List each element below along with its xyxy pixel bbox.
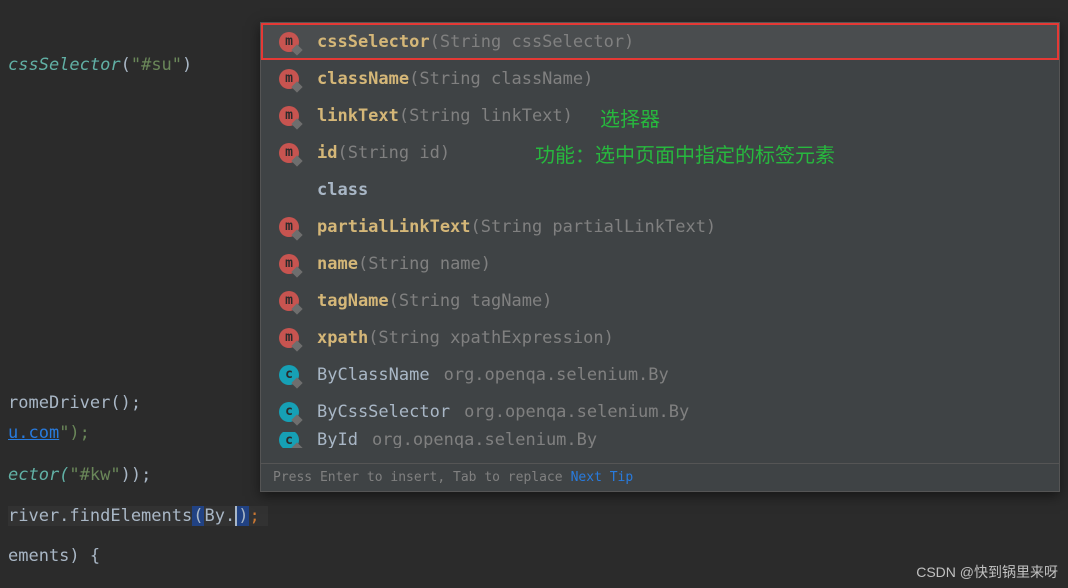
code-line-current[interactable]: river.findElements(By.);: [8, 506, 268, 526]
method-icon: m: [279, 217, 299, 237]
next-tip-link[interactable]: Next Tip: [571, 470, 634, 485]
popup-item-tagName[interactable]: m tagName (String tagName): [261, 282, 1059, 319]
popup-item-ByClassName[interactable]: c ByClassName org.openqa.selenium.By: [261, 356, 1059, 393]
autocomplete-popup[interactable]: m cssSelector (String cssSelector) m cla…: [260, 22, 1060, 492]
code-line-ements: ements) {: [8, 546, 100, 566]
code-line-ector: ector("#kw"));: [8, 465, 151, 485]
popup-item-class[interactable]: class: [261, 171, 1059, 208]
method-icon: m: [279, 69, 299, 89]
popup-item-partialLinkText[interactable]: m partialLinkText (String partialLinkTex…: [261, 208, 1059, 245]
code-line-ucom: u.com");: [8, 423, 90, 443]
method-icon: m: [279, 143, 299, 163]
footer-hint: Press Enter to insert, Tab to replace: [273, 470, 563, 485]
method-icon: m: [279, 291, 299, 311]
code-line-rome: romeDriver();: [8, 393, 141, 413]
annotation-function: 功能：选中页面中指定的标签元素: [535, 139, 835, 168]
code-line-1: cssSelector("#su"): [8, 55, 192, 75]
class-icon: c: [279, 430, 299, 450]
popup-item-linkText[interactable]: m linkText (String linkText): [261, 97, 1059, 134]
method-icon: m: [279, 254, 299, 274]
method-icon: m: [279, 32, 299, 52]
annotation-selector: 选择器: [600, 103, 660, 132]
popup-item-ByCssSelector[interactable]: c ByCssSelector org.openqa.selenium.By: [261, 393, 1059, 430]
method-icon: m: [279, 328, 299, 348]
popup-footer: Press Enter to insert, Tab to replace Ne…: [261, 463, 1059, 491]
popup-item-name[interactable]: m name (String name): [261, 245, 1059, 282]
class-icon: c: [279, 402, 299, 422]
watermark: CSDN @快到锅里来呀: [916, 562, 1058, 582]
method-icon: m: [279, 106, 299, 126]
popup-item-className[interactable]: m className (String className): [261, 60, 1059, 97]
popup-item-ById[interactable]: c ById org.openqa.selenium.By: [261, 430, 1059, 450]
class-icon: c: [279, 365, 299, 385]
popup-item-cssSelector[interactable]: m cssSelector (String cssSelector): [261, 23, 1059, 60]
popup-item-xpath[interactable]: m xpath (String xpathExpression): [261, 319, 1059, 356]
